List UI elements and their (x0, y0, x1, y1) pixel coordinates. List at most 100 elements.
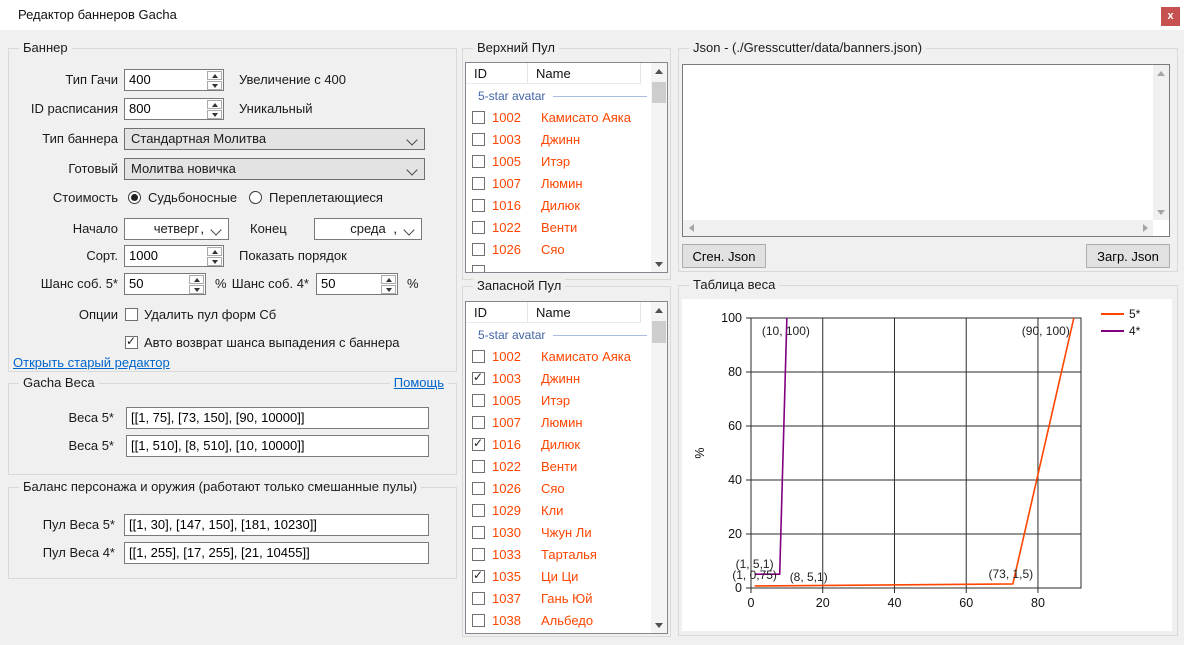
list-item[interactable]: 1022Венти (466, 217, 651, 239)
vertical-scrollbar[interactable] (1153, 65, 1169, 220)
option-auto-checkbox[interactable] (125, 336, 138, 349)
end-day-select[interactable]: среда , (314, 218, 422, 240)
item-checkbox[interactable] (472, 199, 485, 212)
list-item[interactable]: 1026Сяо (466, 239, 651, 261)
scroll-down-icon[interactable] (651, 256, 667, 272)
item-checkbox[interactable] (472, 111, 485, 124)
schedule-id-stepper[interactable] (207, 100, 222, 120)
reserve-pool-list[interactable]: ID Name 5-star avatar1002Камисато Аяка10… (465, 301, 668, 634)
sort-input[interactable]: 1000 (124, 245, 224, 267)
chance5-input[interactable]: 50 (124, 273, 206, 295)
item-checkbox[interactable] (472, 243, 485, 256)
list-item[interactable]: 1005Итэр (466, 390, 651, 412)
list-item[interactable]: 1038Альбедо (466, 610, 651, 632)
item-id: 1016 (492, 195, 521, 217)
cost-radio-intertwined-label: Переплетающиеся (269, 187, 383, 209)
gacha-type-hint: Увеличение с 400 (239, 69, 346, 91)
item-checkbox[interactable] (472, 394, 485, 407)
list-item[interactable]: 1003Джинн (466, 368, 651, 390)
svg-text:%: % (693, 447, 707, 458)
scroll-down-icon[interactable] (651, 617, 667, 633)
svg-text:80: 80 (728, 365, 742, 379)
item-checkbox[interactable] (472, 177, 485, 190)
item-checkbox[interactable] (472, 526, 485, 539)
list-item[interactable]: 1029Кли (466, 500, 651, 522)
sort-stepper[interactable] (207, 247, 222, 267)
start-day-select[interactable]: четверг , (124, 218, 229, 240)
list-item[interactable]: 1007Люмин (466, 173, 651, 195)
item-checkbox[interactable] (472, 221, 485, 234)
gacha-type-stepper[interactable] (207, 71, 222, 91)
list-item[interactable]: 1016Дилюк (466, 195, 651, 217)
json-textarea[interactable] (682, 64, 1170, 237)
column-header-name[interactable]: Name (528, 63, 641, 84)
help-link[interactable]: Помощь (390, 375, 448, 390)
list-item[interactable]: 1002Камисато Аяка (466, 107, 651, 129)
schedule-id-input[interactable]: 800 (124, 98, 224, 120)
item-checkbox[interactable] (472, 372, 485, 385)
cost-radio-intertwined[interactable] (249, 191, 262, 204)
item-checkbox[interactable] (472, 155, 485, 168)
item-checkbox[interactable] (472, 416, 485, 429)
banner-type-select[interactable]: Стандартная Молитва (124, 128, 425, 150)
weights5-input-1[interactable]: [[1, 75], [73, 150], [90, 10000]] (126, 407, 429, 429)
list-header[interactable]: ID Name (466, 63, 651, 85)
list-item[interactable]: 1007Люмин (466, 412, 651, 434)
pool-weights5-input[interactable]: [[1, 30], [147, 150], [181, 10230]] (124, 514, 429, 536)
list-item[interactable]: 1033Тарталья (466, 544, 651, 566)
item-checkbox[interactable] (472, 460, 485, 473)
chance4-input[interactable]: 50 (316, 273, 398, 295)
scroll-left-icon[interactable] (683, 220, 699, 236)
scroll-up-icon[interactable] (1153, 65, 1169, 81)
list-item[interactable]: 1035Ци Ци (466, 566, 651, 588)
item-checkbox[interactable] (472, 133, 485, 146)
load-json-button[interactable]: Загр. Json (1086, 244, 1170, 268)
list-item[interactable]: 1026Сяо (466, 478, 651, 500)
list-item[interactable]: 1002Камисато Аяка (466, 346, 651, 368)
item-checkbox[interactable] (472, 504, 485, 517)
list-header[interactable]: ID Name (466, 302, 651, 324)
pool-weights4-input[interactable]: [[1, 255], [17, 255], [21, 10455]] (124, 542, 429, 564)
list-item[interactable]: 1030Чжун Ли (466, 522, 651, 544)
item-checkbox[interactable] (472, 350, 485, 363)
chance5-stepper[interactable] (189, 275, 204, 295)
scrollbar-thumb[interactable] (652, 82, 666, 103)
list-item[interactable]: 1005Итэр (466, 151, 651, 173)
item-checkbox[interactable] (472, 592, 485, 605)
upper-pool-list[interactable]: ID Name 5-star avatar1002Камисато Аяка10… (465, 62, 668, 273)
column-header-name[interactable]: Name (528, 302, 641, 323)
scrollbar-thumb[interactable] (652, 321, 666, 343)
list-item[interactable] (466, 261, 651, 272)
scroll-up-icon[interactable] (651, 63, 667, 79)
vertical-scrollbar[interactable] (651, 63, 667, 272)
chevron-down-icon (210, 224, 221, 235)
horizontal-scrollbar[interactable] (683, 220, 1153, 236)
item-checkbox[interactable] (472, 265, 485, 272)
open-old-editor-link[interactable]: Открыть старый редактор (13, 355, 170, 370)
scroll-right-icon[interactable] (1137, 220, 1153, 236)
scroll-up-icon[interactable] (651, 302, 667, 318)
scroll-down-icon[interactable] (1153, 204, 1169, 220)
list-item[interactable]: 1016Дилюк (466, 434, 651, 456)
cost-radio-fate[interactable] (128, 191, 141, 204)
list-item[interactable]: 1037Гань Юй (466, 588, 651, 610)
gacha-type-input[interactable]: 400 (124, 69, 224, 91)
column-header-id[interactable]: ID (466, 63, 528, 84)
item-checkbox[interactable] (472, 482, 485, 495)
list-item[interactable]: 1022Венти (466, 456, 651, 478)
group-header-label: 5-star avatar (478, 89, 545, 103)
column-header-id[interactable]: ID (466, 302, 528, 323)
option-remove-checkbox[interactable] (125, 308, 138, 321)
item-id: 1035 (492, 566, 521, 588)
item-checkbox[interactable] (472, 548, 485, 561)
chance4-stepper[interactable] (381, 275, 396, 295)
weights5-input-2[interactable]: [[1, 510], [8, 510], [10, 10000]] (126, 435, 429, 457)
list-item[interactable]: 1003Джинн (466, 129, 651, 151)
vertical-scrollbar[interactable] (651, 302, 667, 633)
item-checkbox[interactable] (472, 614, 485, 627)
close-button[interactable]: x (1161, 7, 1180, 26)
item-checkbox[interactable] (472, 570, 485, 583)
item-checkbox[interactable] (472, 438, 485, 451)
prefab-select[interactable]: Молитва новичка (124, 158, 425, 180)
generate-json-button[interactable]: Сген. Json (682, 244, 766, 268)
